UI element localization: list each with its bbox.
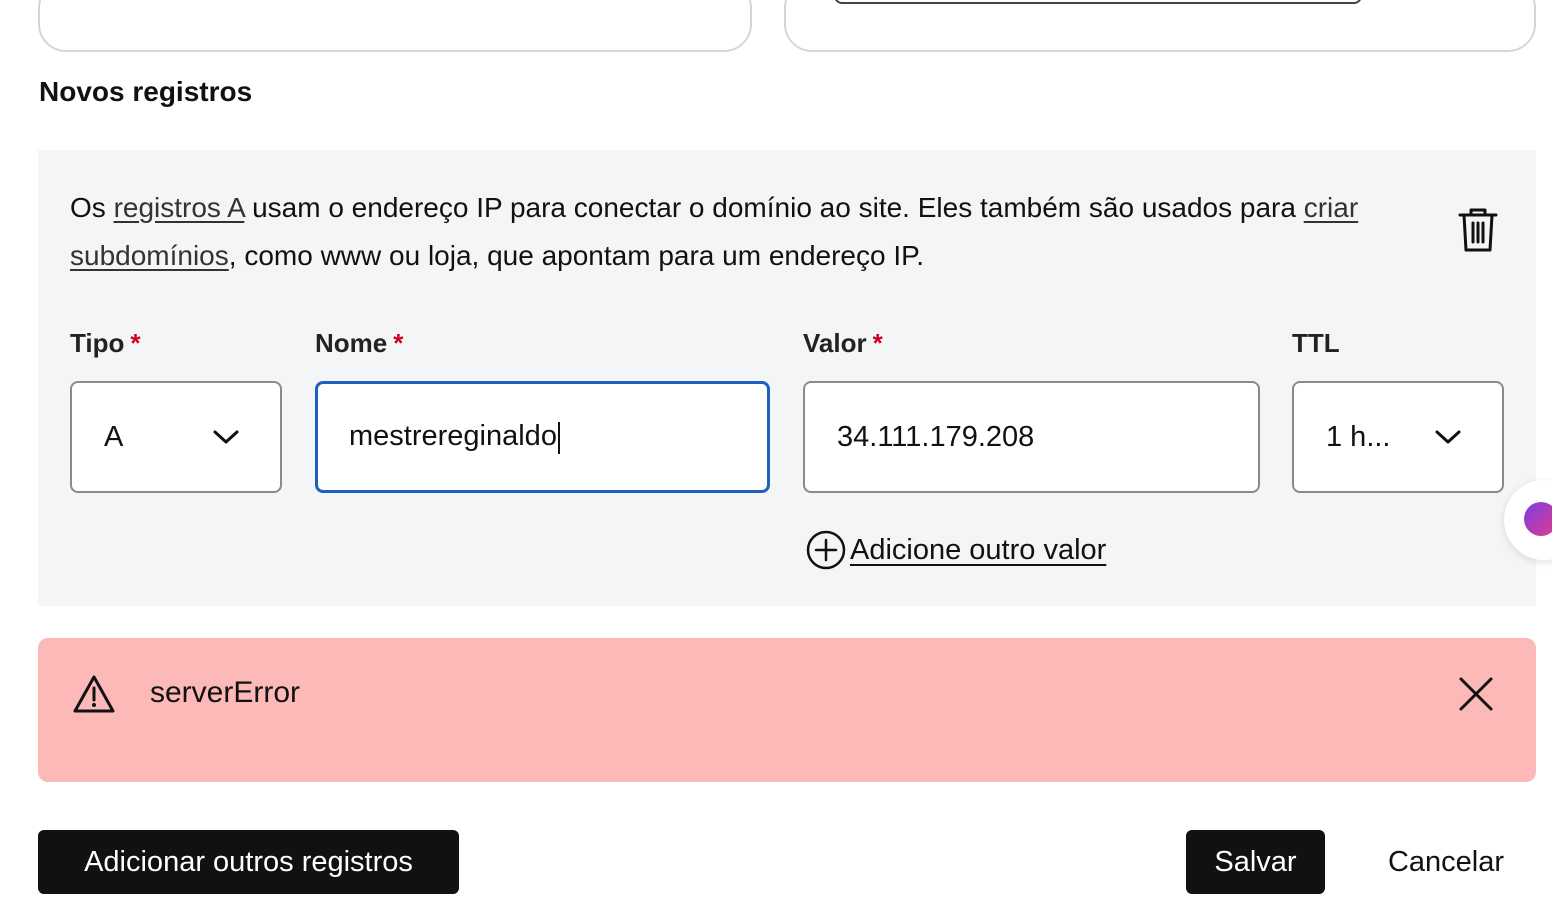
plus-circle-icon (806, 530, 846, 570)
warning-icon (73, 675, 115, 713)
record-panel: Os registros A usam o endereço IP para c… (38, 150, 1536, 606)
valor-value: 34.111.179.208 (837, 420, 1035, 453)
alert-message: serverError (150, 676, 301, 709)
desc-text-2: usam o endereço IP para conectar o domín… (244, 192, 1304, 223)
tipo-label: Tipo * (70, 328, 141, 358)
top-field[interactable] (834, 0, 1362, 4)
cancel-button[interactable]: Cancelar (1362, 830, 1530, 894)
ttl-select[interactable]: 1 h... (1292, 381, 1504, 493)
top-card-right (784, 0, 1536, 52)
valor-input[interactable]: 34.111.179.208 (803, 381, 1260, 493)
tipo-select[interactable]: A (70, 381, 282, 493)
chevron-down-icon (213, 430, 239, 444)
ttl-value: 1 h... (1326, 420, 1391, 453)
save-button[interactable]: Salvar (1186, 830, 1325, 894)
add-value-label: Adicione outro valor (850, 533, 1107, 566)
desc-text-1: Os (70, 192, 114, 223)
valor-label: Valor * (803, 328, 883, 358)
text-caret (557, 421, 560, 454)
nome-label: Nome * (315, 328, 404, 358)
tipo-value: A (104, 420, 124, 453)
top-card-left (38, 0, 752, 52)
desc-text-3: , como www ou loja, que apontam para um … (228, 240, 924, 271)
close-icon[interactable] (1458, 676, 1494, 712)
ttl-label: TTL (1292, 328, 1340, 358)
nome-value: mestrereginaldo (349, 420, 557, 453)
error-alert: serverError (38, 638, 1536, 782)
nome-input[interactable]: mestrereginaldo (315, 381, 770, 493)
add-records-button[interactable]: Adicionar outros registros (38, 830, 459, 894)
assistant-icon (1524, 502, 1552, 536)
chevron-down-icon (1435, 430, 1461, 444)
a-records-link[interactable]: registros A (114, 192, 245, 223)
add-value-link[interactable]: Adicione outro valor (806, 530, 1106, 570)
record-description: Os registros A usam o endereço IP para c… (70, 184, 1410, 280)
trash-icon[interactable] (1456, 206, 1500, 254)
section-title: Novos registros (39, 76, 253, 107)
